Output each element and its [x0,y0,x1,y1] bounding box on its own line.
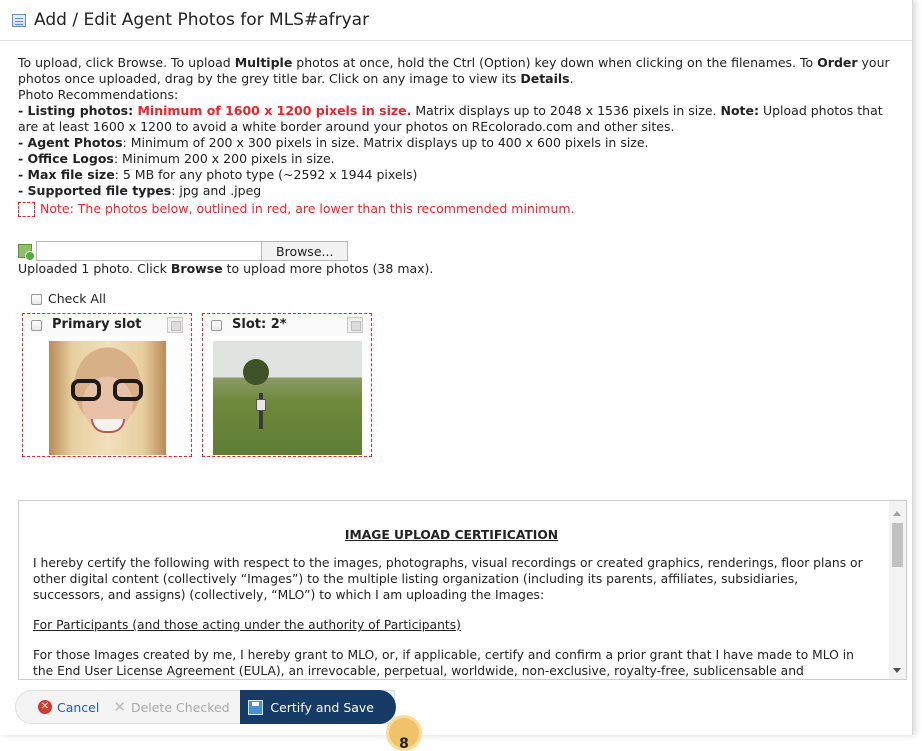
red-outline-note: Note: The photos below, outlined in red,… [18,201,894,217]
delete-x-icon: ✕ [113,698,126,716]
certify-and-save-button[interactable]: Certify and Save [240,690,396,724]
certification-para-1: I hereby certify the following with resp… [33,556,863,602]
file-path-input[interactable] [36,241,262,261]
scroll-down-arrow-icon[interactable] [893,668,901,673]
file-types-rec: - Supported file types: jpg and .jpeg [18,183,262,198]
cancel-button[interactable]: ✕ Cancel [16,691,106,723]
save-disk-icon [248,699,264,715]
dialog-title-bar: Add / Edit Agent Photos for MLS#afryar [0,0,912,41]
expand-icon[interactable] [347,317,363,333]
agent-photos-rec: - Agent Photos: Minimum of 200 x 300 pix… [18,135,649,150]
certification-panel[interactable]: IMAGE UPLOAD CERTIFICATION I hereby cert… [18,500,907,680]
dialog-footer: ✕ Cancel ✕ Delete Checked Certify and Sa… [15,690,396,724]
intro-text: To upload, click Browse. To upload Multi… [18,55,890,86]
smile-shape [91,419,125,433]
sign-shape [256,399,266,411]
glasses-shape [71,379,143,401]
certification-scrollbar[interactable] [889,501,906,679]
add-image-icon [18,244,35,261]
slot-title-bar[interactable]: Slot: 2* [203,314,371,336]
certification-text: IMAGE UPLOAD CERTIFICATION I hereby cert… [19,501,906,679]
expand-icon[interactable] [167,317,183,333]
scroll-thumb[interactable] [892,523,903,567]
photo-slot-2[interactable]: Slot: 2* [202,313,372,457]
dialog-title: Add / Edit Agent Photos for MLS#afryar [34,10,370,30]
slot-checkbox[interactable] [31,319,42,331]
instructions: To upload, click Browse. To upload Multi… [0,41,912,457]
slot-title-bar[interactable]: Primary slot [23,314,191,336]
window-icon [12,13,26,27]
check-all-checkbox[interactable] [31,293,42,305]
delete-checked-button[interactable]: ✕ Delete Checked [106,691,236,723]
photo-slots: Primary slot Slot: 2* [22,313,894,457]
scroll-up-arrow-icon[interactable] [893,511,901,516]
field-photo-thumbnail[interactable] [213,341,362,455]
upload-row: Browse... [18,241,894,261]
tree-shape [243,359,269,385]
cancel-icon: ✕ [38,700,52,714]
photo-dialog: Add / Edit Agent Photos for MLS#afryar T… [0,0,913,735]
red-outline-swatch [18,201,35,217]
max-file-size-rec: - Max file size: 5 MB for any photo type… [18,167,418,182]
agent-photo-thumbnail[interactable] [49,341,166,455]
certification-para-2: For those Images created by me, I hereby… [33,648,854,678]
certification-subheading: For Participants (and those acting under… [33,618,461,632]
listing-photos-rec: - Listing photos: Minimum of 1600 x 1200… [18,103,883,134]
step-badge: 8 [386,715,422,751]
recommendations-heading: Photo Recommendations: [18,87,179,102]
office-logos-rec: - Office Logos: Minimum 200 x 200 pixels… [18,151,335,166]
certification-title: IMAGE UPLOAD CERTIFICATION [344,528,559,542]
check-all[interactable]: Check All [31,291,894,307]
upload-status: Uploaded 1 photo. Click Browse to upload… [18,261,434,276]
slot-checkbox[interactable] [211,319,222,331]
browse-button[interactable]: Browse... [262,241,349,261]
photo-slot-primary[interactable]: Primary slot [22,313,192,457]
